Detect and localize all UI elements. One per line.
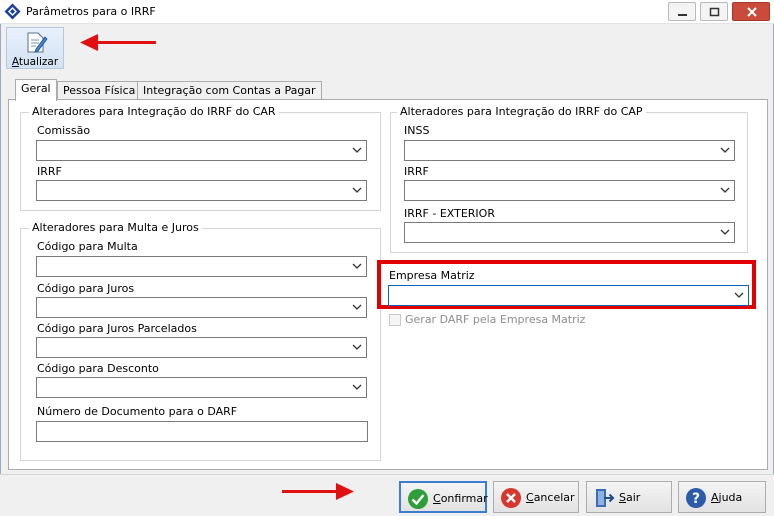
cap-group-title: Alteradores para Integração do IRRF do C… bbox=[397, 105, 646, 118]
update-button-label: Atualizar bbox=[11, 56, 59, 68]
codigo-juros-parcelados-label: Código para Juros Parcelados bbox=[37, 322, 197, 335]
codigo-desconto-label: Código para Desconto bbox=[37, 362, 159, 375]
tab-pessoa-fisica[interactable]: Pessoa Física bbox=[57, 81, 142, 100]
help-button-label: Ajuda bbox=[711, 491, 743, 504]
irrf-exterior-select[interactable] bbox=[404, 222, 735, 243]
gerar-darf-checkbox[interactable] bbox=[389, 314, 401, 326]
exit-door-icon bbox=[596, 489, 615, 507]
irrf-car-label: IRRF bbox=[37, 165, 62, 178]
svg-text:?: ? bbox=[692, 491, 700, 507]
chevron-down-icon bbox=[352, 384, 362, 390]
tab-integracao-contas-pagar[interactable]: Integração com Contas a Pagar bbox=[137, 81, 322, 100]
annotation-arrow-top bbox=[92, 41, 156, 44]
multa-juros-group-title: Alteradores para Multa e Juros bbox=[29, 221, 202, 234]
cancel-button[interactable]: Cancelar bbox=[493, 481, 579, 513]
chevron-down-icon bbox=[720, 147, 730, 153]
numero-documento-darf-input[interactable] bbox=[36, 421, 368, 442]
comissao-select[interactable] bbox=[36, 140, 367, 161]
chevron-down-icon bbox=[720, 229, 730, 235]
chevron-down-icon bbox=[352, 344, 362, 350]
check-circle-icon bbox=[408, 489, 428, 509]
edit-document-icon bbox=[27, 32, 48, 53]
codigo-juros-parcelados-select[interactable] bbox=[36, 337, 367, 358]
help-circle-icon: ? bbox=[686, 488, 706, 508]
close-button[interactable] bbox=[732, 2, 770, 21]
comissao-label: Comissão bbox=[37, 124, 91, 137]
close-icon bbox=[747, 7, 757, 17]
minimize-icon bbox=[678, 14, 687, 16]
cancel-circle-icon bbox=[501, 488, 521, 508]
cancel-button-label: Cancelar bbox=[526, 491, 575, 504]
minimize-button[interactable] bbox=[668, 2, 696, 21]
tab-geral[interactable]: Geral bbox=[15, 79, 57, 101]
update-button[interactable]: Atualizar bbox=[6, 27, 64, 69]
confirm-button[interactable]: Confirmar bbox=[399, 481, 488, 513]
empresa-matriz-label: Empresa Matriz bbox=[389, 269, 475, 282]
app-logo-icon bbox=[4, 3, 21, 20]
window-title: Parâmetros para o IRRF bbox=[26, 5, 156, 18]
exit-button-label: Sair bbox=[619, 491, 641, 504]
codigo-juros-label: Código para Juros bbox=[37, 282, 135, 295]
numero-documento-darf-label: Número de Documento para o DARF bbox=[37, 405, 238, 418]
chevron-down-icon bbox=[352, 263, 362, 269]
codigo-multa-label: Código para Multa bbox=[37, 240, 138, 253]
chevron-down-icon bbox=[352, 187, 362, 193]
inss-select[interactable] bbox=[404, 140, 735, 161]
maximize-button[interactable] bbox=[700, 2, 728, 21]
chevron-down-icon bbox=[720, 187, 730, 193]
chevron-down-icon bbox=[734, 292, 744, 298]
annotation-arrowhead-bottom bbox=[336, 483, 354, 500]
chevron-down-icon bbox=[352, 147, 362, 153]
irrf-cap-label: IRRF bbox=[404, 165, 429, 178]
chevron-down-icon bbox=[352, 304, 362, 310]
car-group-title: Alteradores para Integração do IRRF do C… bbox=[29, 105, 279, 118]
inss-label: INSS bbox=[404, 124, 430, 137]
codigo-multa-select[interactable] bbox=[36, 256, 367, 277]
codigo-juros-select[interactable] bbox=[36, 297, 367, 318]
irrf-cap-select[interactable] bbox=[404, 180, 735, 201]
annotation-arrowhead-top bbox=[80, 34, 98, 51]
maximize-icon bbox=[709, 7, 720, 17]
irrf-car-select[interactable] bbox=[36, 180, 367, 201]
confirm-button-label: Confirmar bbox=[433, 492, 488, 505]
help-button[interactable]: ? Ajuda bbox=[678, 481, 766, 513]
exit-button[interactable]: Sair bbox=[586, 481, 672, 513]
gerar-darf-label: Gerar DARF pela Empresa Matriz bbox=[405, 313, 586, 326]
codigo-desconto-select[interactable] bbox=[36, 377, 367, 398]
empresa-matriz-select[interactable] bbox=[388, 285, 749, 306]
annotation-arrow-bottom bbox=[282, 490, 340, 493]
irrf-exterior-label: IRRF - EXTERIOR bbox=[404, 207, 495, 220]
